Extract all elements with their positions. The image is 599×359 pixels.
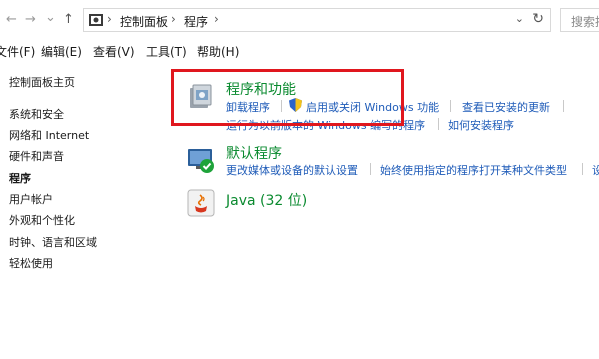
address-bar: ← → ⌄ ↑ › 控制面板 › 程序 › ⌄ ↻ 搜索控制面板 bbox=[0, 0, 599, 41]
breadcrumb-separator: › bbox=[171, 12, 176, 26]
back-button[interactable]: ← bbox=[6, 12, 17, 27]
link-divider bbox=[563, 100, 564, 112]
sidebar: 控制面板主页 系统和安全 网络和 Internet 硬件和声音 程序 用户帐户 … bbox=[0, 62, 160, 359]
breadcrumb-programs[interactable]: 程序 bbox=[184, 13, 208, 30]
link-divider bbox=[582, 163, 583, 175]
breadcrumb-control-panel[interactable]: 控制面板 bbox=[120, 13, 168, 30]
menu-edit[interactable]: 编辑(E) bbox=[41, 43, 82, 60]
highlight-annotation bbox=[171, 69, 404, 126]
menu-bar: 文件(F) 编辑(E) 查看(V) 工具(T) 帮助(H) bbox=[0, 40, 599, 62]
sidebar-home[interactable]: 控制面板主页 bbox=[9, 74, 75, 90]
up-button[interactable]: ↑ bbox=[63, 12, 74, 27]
menu-file[interactable]: 文件(F) bbox=[0, 43, 35, 60]
address-dropdown-icon[interactable]: ⌄ bbox=[515, 12, 524, 25]
link-change-media-defaults[interactable]: 更改媒体或设备的默认设置 bbox=[226, 162, 358, 178]
category-title-java[interactable]: Java (32 位) bbox=[226, 190, 307, 210]
menu-help[interactable]: 帮助(H) bbox=[197, 43, 239, 60]
sidebar-item-network[interactable]: 网络和 Internet bbox=[9, 127, 89, 143]
default-programs-icon[interactable] bbox=[186, 145, 216, 175]
link-divider bbox=[438, 118, 439, 130]
sidebar-item-programs[interactable]: 程序 bbox=[9, 170, 31, 186]
link-set-default-programs[interactable]: 设 bbox=[592, 162, 599, 178]
sidebar-item-user-accounts[interactable]: 用户帐户 bbox=[9, 191, 53, 207]
link-how-to-install[interactable]: 如何安装程序 bbox=[448, 117, 514, 133]
menu-tools[interactable]: 工具(T) bbox=[146, 43, 187, 60]
java-icon[interactable] bbox=[186, 188, 216, 218]
sidebar-item-hardware-sound[interactable]: 硬件和声音 bbox=[9, 148, 64, 164]
refresh-icon[interactable]: ↻ bbox=[532, 11, 544, 27]
forward-button[interactable]: → bbox=[25, 12, 36, 27]
breadcrumb-separator: › bbox=[214, 12, 219, 26]
menu-view[interactable]: 查看(V) bbox=[93, 43, 135, 60]
category-title-default-programs[interactable]: 默认程序 bbox=[226, 143, 282, 163]
link-always-use-program[interactable]: 始终使用指定的程序打开某种文件类型 bbox=[380, 162, 567, 178]
address-path[interactable]: › 控制面板 › 程序 › ⌄ ↻ bbox=[83, 8, 551, 32]
sidebar-item-system-security[interactable]: 系统和安全 bbox=[9, 106, 64, 122]
link-divider bbox=[370, 163, 371, 175]
sidebar-item-appearance[interactable]: 外观和个性化 bbox=[9, 212, 75, 228]
search-input[interactable]: 搜索控制面板 bbox=[560, 8, 599, 32]
sidebar-item-ease-of-access[interactable]: 轻松使用 bbox=[9, 255, 53, 271]
recent-locations-button[interactable]: ⌄ bbox=[45, 10, 56, 25]
link-divider bbox=[450, 100, 451, 112]
link-view-installed-updates[interactable]: 查看已安装的更新 bbox=[462, 99, 550, 115]
breadcrumb-separator: › bbox=[107, 12, 112, 26]
control-panel-icon bbox=[89, 14, 103, 26]
sidebar-item-clock-region[interactable]: 时钟、语言和区域 bbox=[9, 234, 97, 250]
